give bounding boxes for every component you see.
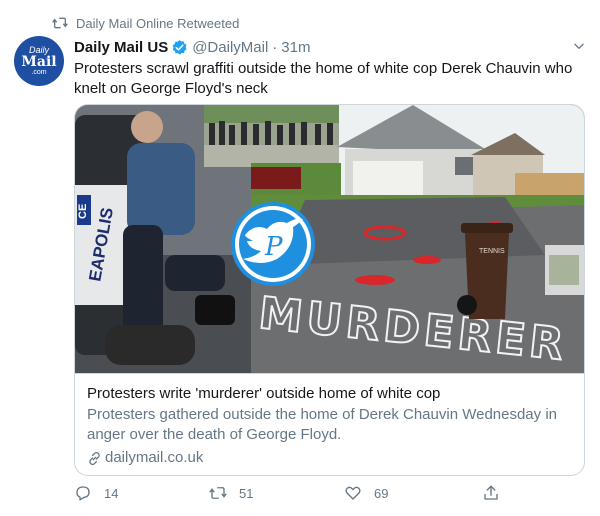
svg-text:P: P bbox=[264, 232, 283, 262]
share-icon bbox=[484, 485, 498, 500]
card-info: Protesters write 'murderer' outside home… bbox=[75, 373, 584, 475]
reply-count: 14 bbox=[104, 485, 119, 501]
retweet-count: 51 bbox=[239, 485, 254, 501]
link-card[interactable]: EAPOLIS CE MURDERER TENNIS P Protesters … bbox=[74, 104, 585, 476]
share-button[interactable] bbox=[482, 484, 512, 502]
tweet-actions: 14 51 69 bbox=[74, 484, 504, 506]
reply-button[interactable]: 14 bbox=[74, 484, 118, 502]
card-domain[interactable]: dailymail.co.uk bbox=[87, 448, 572, 468]
link-icon bbox=[89, 451, 100, 465]
police-car-lettering-2: CE bbox=[77, 204, 89, 219]
heart-icon bbox=[345, 486, 361, 500]
account-handle[interactable]: @DailyMail bbox=[192, 39, 268, 56]
retweet-context[interactable]: Daily Mail Online Retweeted bbox=[52, 14, 239, 32]
header-separator: · bbox=[272, 38, 278, 56]
card-image[interactable]: EAPOLIS CE MURDERER TENNIS P bbox=[75, 105, 584, 373]
card-description: Protesters gathered outside the home of … bbox=[87, 406, 557, 443]
verified-badge-icon bbox=[172, 39, 187, 55]
bin-label: TENNIS bbox=[479, 248, 505, 255]
avatar[interactable]: Daily Mail .com bbox=[14, 36, 64, 86]
avatar-text-line2: Mail bbox=[21, 54, 57, 70]
officer-uniform bbox=[127, 143, 195, 235]
tweet-timestamp[interactable]: 31m bbox=[281, 39, 310, 56]
chevron-down-icon[interactable] bbox=[572, 39, 586, 53]
tweet-text: Protesters scrawl graffiti outside the h… bbox=[74, 60, 573, 97]
retweet-icon bbox=[52, 17, 68, 29]
retweet-button[interactable]: 51 bbox=[209, 484, 253, 502]
card-domain-label: dailymail.co.uk bbox=[105, 449, 204, 466]
tweet-header: Daily Mail US @DailyMail · 31m bbox=[74, 37, 586, 57]
card-photo-collage: EAPOLIS CE MURDERER TENNIS P bbox=[75, 105, 584, 373]
reply-icon bbox=[76, 486, 90, 501]
retweet-icon bbox=[209, 487, 227, 499]
avatar-text-line3: .com bbox=[31, 69, 47, 76]
twitter-bird-watermark-icon: P bbox=[231, 202, 315, 286]
account-name[interactable]: Daily Mail US bbox=[74, 39, 168, 56]
retweet-context-label: Daily Mail Online Retweeted bbox=[76, 15, 240, 31]
like-button[interactable]: 69 bbox=[344, 484, 388, 502]
card-title[interactable]: Protesters write 'murderer' outside home… bbox=[87, 384, 572, 404]
like-count: 69 bbox=[374, 485, 389, 501]
officer-head bbox=[131, 111, 163, 143]
